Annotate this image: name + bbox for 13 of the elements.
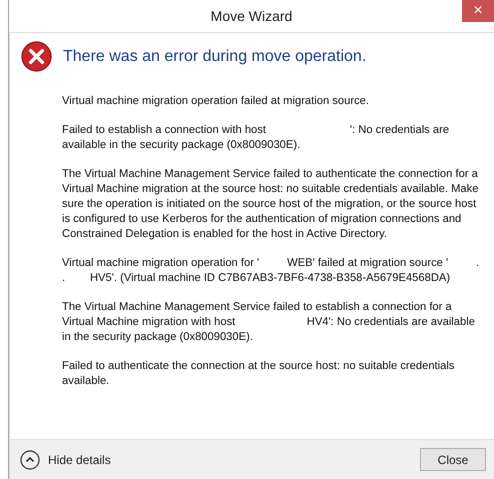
error-heading: There was an error during move operation.: [63, 48, 366, 66]
close-button[interactable]: ×: [462, 0, 494, 22]
error-message: Failed to authenticate the connection at the source host: no suitable credentials available.: [62, 359, 456, 389]
chevron-up-icon: [20, 450, 40, 470]
error-message: Virtual machine migration operation failed at migration source.: [62, 94, 370, 109]
window-title: Move Wizard: [210, 8, 292, 24]
error-message: Virtual machine migration operation for ' WEB' failed at migration source ' . . HV5'. (Virtual machine ID C7B67AB3-7BF6-4738-B358-A5679E4568DA): [62, 256, 480, 286]
error-message: The Virtual Machine Management Service failed to authenticate the connection for a Virtual Machine migration at the source host: no suitable credentials available. Make sure the operation is initiated on the source host of the migration, or the source host is configured to use Kerberos for the authentication of migration connections and Constrained Delegation is enabled for the host in Active Directory.: [62, 167, 480, 242]
error-message: The Virtual Machine Management Service failed to establish a connection for a Virtual Machine migration with host HV4': No credentials are available in the security package (0x8009030E).: [62, 300, 476, 345]
error-icon: [21, 41, 52, 72]
error-message: Failed to establish a connection with host ': No credentials are available in the security package (0x8009030E).: [62, 123, 450, 153]
close-dialog-button[interactable]: Close: [420, 448, 486, 471]
hide-details-toggle[interactable]: Hide details: [20, 450, 111, 470]
